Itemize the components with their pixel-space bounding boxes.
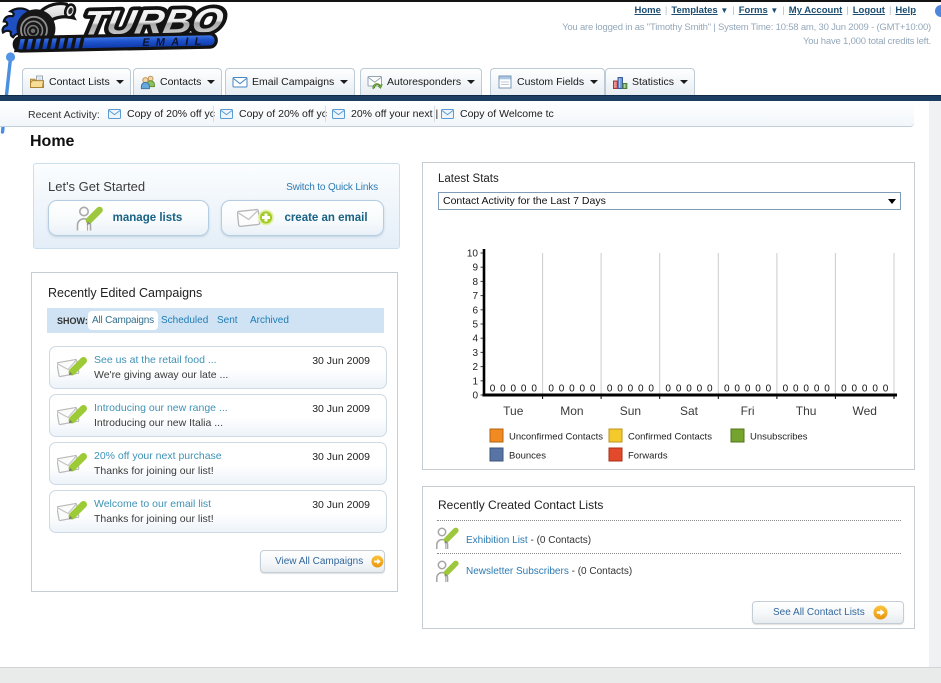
svg-text:0: 0 — [862, 384, 868, 395]
svg-text:0: 0 — [803, 384, 809, 395]
svg-text:Confirmed Contacts: Confirmed Contacts — [628, 432, 712, 443]
svg-text:1: 1 — [472, 376, 478, 387]
svg-text:0: 0 — [665, 384, 671, 395]
svg-text:0: 0 — [628, 384, 634, 395]
svg-text:0: 0 — [745, 384, 751, 395]
svg-text:4: 4 — [472, 334, 478, 345]
svg-text:0: 0 — [697, 384, 703, 395]
svg-text:0: 0 — [580, 384, 586, 395]
svg-text:8: 8 — [472, 277, 478, 288]
svg-text:0: 0 — [472, 391, 478, 402]
svg-text:0: 0 — [814, 384, 820, 395]
svg-text:0: 0 — [883, 384, 889, 395]
svg-text:0: 0 — [676, 384, 682, 395]
svg-text:0: 0 — [852, 384, 858, 395]
svg-text:0: 0 — [824, 384, 830, 395]
svg-text:0: 0 — [841, 384, 847, 395]
svg-text:Wed: Wed — [852, 404, 876, 418]
svg-text:0: 0 — [569, 384, 575, 395]
svg-text:Mon: Mon — [560, 404, 583, 418]
svg-text:6: 6 — [472, 305, 478, 316]
svg-text:0: 0 — [766, 384, 772, 395]
svg-text:0: 0 — [531, 384, 537, 395]
svg-text:EMAIL: EMAIL — [142, 36, 207, 49]
svg-text:0: 0 — [638, 384, 644, 395]
svg-text:Sun: Sun — [620, 404, 641, 418]
svg-text:0: 0 — [617, 384, 623, 395]
svg-text:0: 0 — [724, 384, 730, 395]
svg-text:0: 0 — [755, 384, 761, 395]
svg-text:Forwards: Forwards — [628, 451, 668, 462]
svg-text:0: 0 — [793, 384, 799, 395]
svg-text:0: 0 — [607, 384, 613, 395]
svg-text:0: 0 — [648, 384, 654, 395]
svg-text:0: 0 — [734, 384, 740, 395]
svg-text:0: 0 — [783, 384, 789, 395]
svg-text:0: 0 — [521, 384, 527, 395]
svg-text:0: 0 — [500, 384, 506, 395]
svg-text:0: 0 — [559, 384, 565, 395]
svg-text:10: 10 — [467, 249, 479, 260]
svg-text:Thu: Thu — [796, 404, 817, 418]
svg-text:Unconfirmed Contacts: Unconfirmed Contacts — [509, 432, 603, 443]
svg-text:0: 0 — [490, 384, 496, 395]
svg-text:0: 0 — [686, 384, 692, 395]
svg-text:2: 2 — [472, 362, 478, 373]
svg-text:0: 0 — [707, 384, 713, 395]
svg-text:Tue: Tue — [503, 404, 524, 418]
svg-text:Bounces: Bounces — [509, 451, 546, 462]
svg-text:Sat: Sat — [680, 404, 699, 418]
svg-text:3: 3 — [472, 348, 478, 359]
svg-text:Unsubscribes: Unsubscribes — [750, 432, 808, 443]
svg-text:0: 0 — [872, 384, 878, 395]
svg-text:0: 0 — [511, 384, 517, 395]
svg-text:0: 0 — [590, 384, 596, 395]
svg-text:9: 9 — [472, 263, 478, 274]
svg-text:0: 0 — [548, 384, 554, 395]
svg-text:7: 7 — [472, 291, 478, 302]
svg-text:5: 5 — [472, 320, 478, 331]
svg-text:Fri: Fri — [741, 404, 755, 418]
